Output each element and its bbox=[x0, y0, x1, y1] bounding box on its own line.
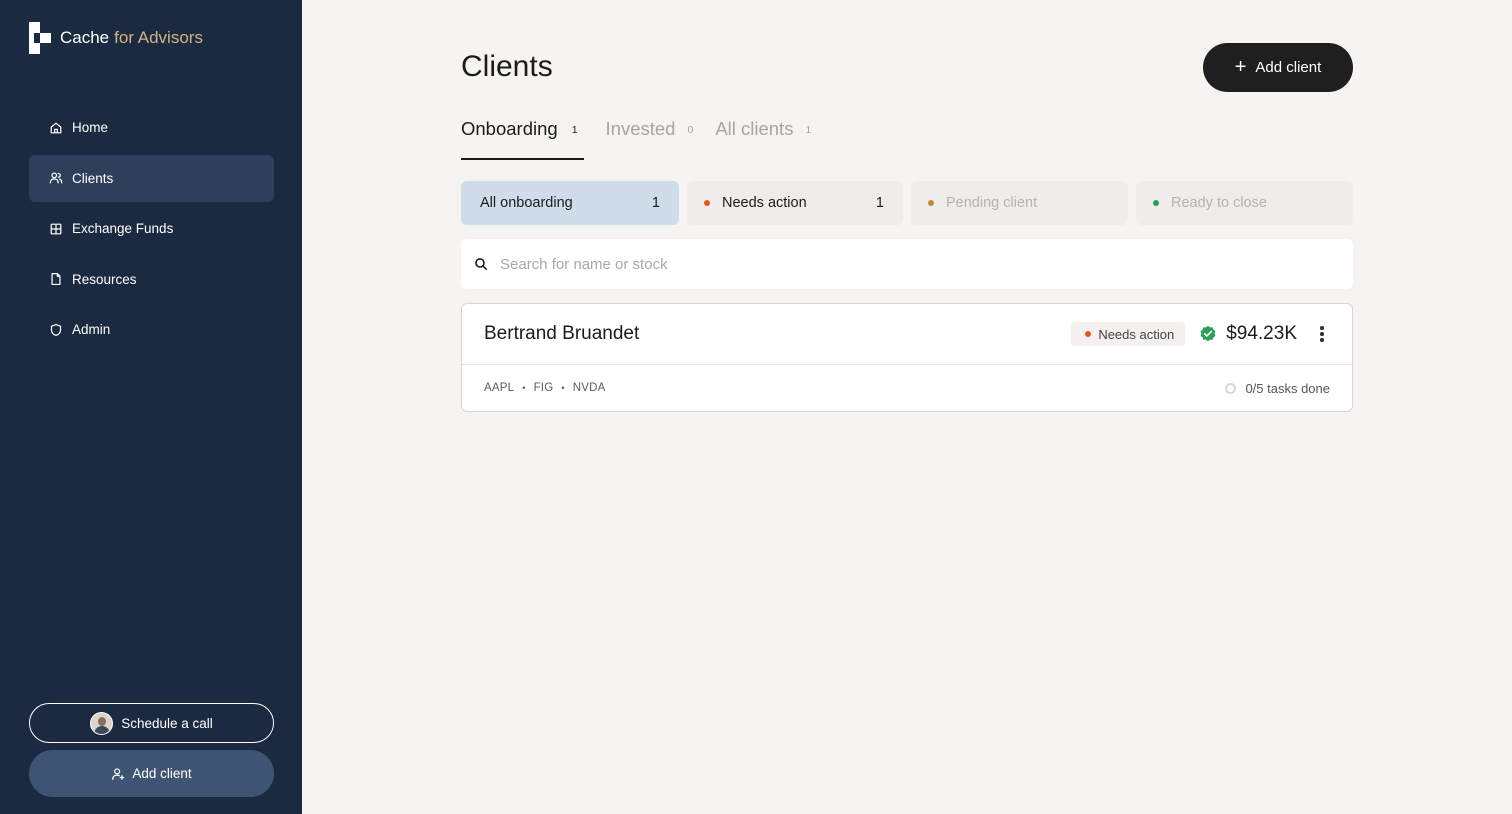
sidebar-item-admin[interactable]: Admin bbox=[29, 306, 274, 353]
ticker: NVDA bbox=[572, 382, 606, 394]
client-name[interactable]: Bertrand Bruandet bbox=[484, 323, 1071, 345]
tab-label: Invested bbox=[605, 118, 676, 139]
tab-label: Onboarding bbox=[461, 118, 558, 139]
task-progress: 0/5 tasks done bbox=[1225, 381, 1330, 396]
plus-icon: + bbox=[1234, 55, 1247, 78]
sidebar-item-label: Exchange Funds bbox=[72, 221, 174, 236]
more-options-icon[interactable] bbox=[1314, 324, 1330, 344]
add-user-icon bbox=[112, 767, 125, 780]
brand-name: Cache bbox=[60, 28, 110, 47]
client-card-header: Bertrand Bruandet Needs action $94.23K bbox=[462, 304, 1352, 365]
filter-count: 1 bbox=[651, 195, 660, 211]
sidebar: Cache for Advisors Home Clients Exchange… bbox=[0, 0, 302, 814]
status-filters: All onboarding 1 Needs action 1 Pending … bbox=[461, 181, 1353, 225]
sidebar-item-clients[interactable]: Clients bbox=[29, 154, 274, 202]
schedule-call-label: Schedule a call bbox=[121, 715, 213, 731]
client-card-footer: AAPL • FIG • NVDA 0/5 tasks done bbox=[462, 365, 1352, 411]
tab-invested[interactable]: Invested 0 bbox=[606, 118, 694, 160]
ready-dot-icon bbox=[1153, 200, 1159, 206]
search-bar bbox=[461, 239, 1353, 289]
sidebar-item-label: Admin bbox=[72, 322, 111, 337]
tasks-label: 0/5 tasks done bbox=[1245, 380, 1330, 396]
schedule-call-button[interactable]: Schedule a call bbox=[29, 703, 274, 743]
tab-onboarding[interactable]: Onboarding 1 bbox=[461, 118, 584, 160]
document-icon bbox=[51, 272, 61, 286]
sidebar-item-resources[interactable]: Resources bbox=[29, 256, 274, 303]
cache-logo-icon bbox=[29, 22, 51, 54]
sidebar-add-client-button[interactable]: Add client bbox=[29, 750, 274, 797]
filter-pending-client[interactable]: Pending client bbox=[911, 181, 1128, 225]
search-icon bbox=[475, 258, 488, 271]
client-tabs: Onboarding 1 Invested 0 All clients 1 bbox=[461, 118, 833, 160]
sidebar-item-label: Home bbox=[72, 120, 109, 135]
filter-ready-to-close[interactable]: Ready to close bbox=[1136, 181, 1353, 225]
filter-label: Needs action bbox=[722, 195, 807, 211]
verified-check-icon bbox=[1200, 325, 1216, 342]
shield-icon bbox=[50, 323, 62, 336]
add-client-label: Add client bbox=[1255, 59, 1322, 76]
sidebar-item-label: Resources bbox=[72, 271, 137, 287]
ticker: AAPL bbox=[484, 382, 515, 394]
filter-label: All onboarding bbox=[480, 195, 573, 211]
ticker: FIG bbox=[533, 382, 554, 394]
tab-count: 0 bbox=[687, 124, 694, 136]
status-dot-icon bbox=[1085, 331, 1092, 337]
sidebar-item-home[interactable]: Home bbox=[29, 104, 274, 151]
pending-dot-icon bbox=[928, 200, 934, 206]
status-badge: Needs action bbox=[1071, 322, 1186, 346]
advisor-avatar bbox=[90, 711, 114, 735]
needs-action-dot-icon bbox=[704, 200, 710, 206]
page-title: Clients bbox=[461, 50, 553, 83]
client-card[interactable]: Bertrand Bruandet Needs action $94.23K A… bbox=[461, 303, 1353, 412]
tab-label: All clients bbox=[715, 118, 794, 139]
brand-accent: for Advisors bbox=[114, 28, 203, 47]
filter-label: Ready to close bbox=[1171, 195, 1267, 211]
sidebar-item-label: Clients bbox=[72, 170, 114, 186]
ticker-separator: • bbox=[522, 383, 526, 393]
sidebar-add-client-label: Add client bbox=[132, 766, 192, 781]
brand[interactable]: Cache for Advisors bbox=[29, 22, 203, 54]
progress-ring-icon bbox=[1225, 382, 1237, 394]
status-label: Needs action bbox=[1098, 326, 1175, 342]
ticker-separator: • bbox=[561, 383, 565, 393]
users-icon bbox=[49, 172, 63, 184]
tab-count: 1 bbox=[571, 124, 578, 136]
tab-count: 1 bbox=[805, 124, 812, 136]
filter-count: 1 bbox=[875, 195, 884, 211]
client-amount: $94.23K bbox=[1226, 323, 1297, 344]
filter-all-onboarding[interactable]: All onboarding 1 bbox=[461, 181, 679, 225]
tab-all-clients[interactable]: All clients 1 bbox=[715, 118, 811, 160]
filter-needs-action[interactable]: Needs action 1 bbox=[687, 181, 903, 225]
grid-icon bbox=[50, 223, 62, 234]
home-icon bbox=[50, 122, 62, 133]
add-client-button[interactable]: + Add client bbox=[1203, 43, 1353, 92]
ticker-list: AAPL • FIG • NVDA bbox=[484, 382, 1225, 394]
sidebar-nav: Home Clients Exchange Funds Resources Ad… bbox=[29, 104, 274, 357]
search-input[interactable] bbox=[500, 255, 1300, 273]
filter-label: Pending client bbox=[946, 195, 1038, 211]
sidebar-item-exchange-funds[interactable]: Exchange Funds bbox=[29, 205, 274, 252]
